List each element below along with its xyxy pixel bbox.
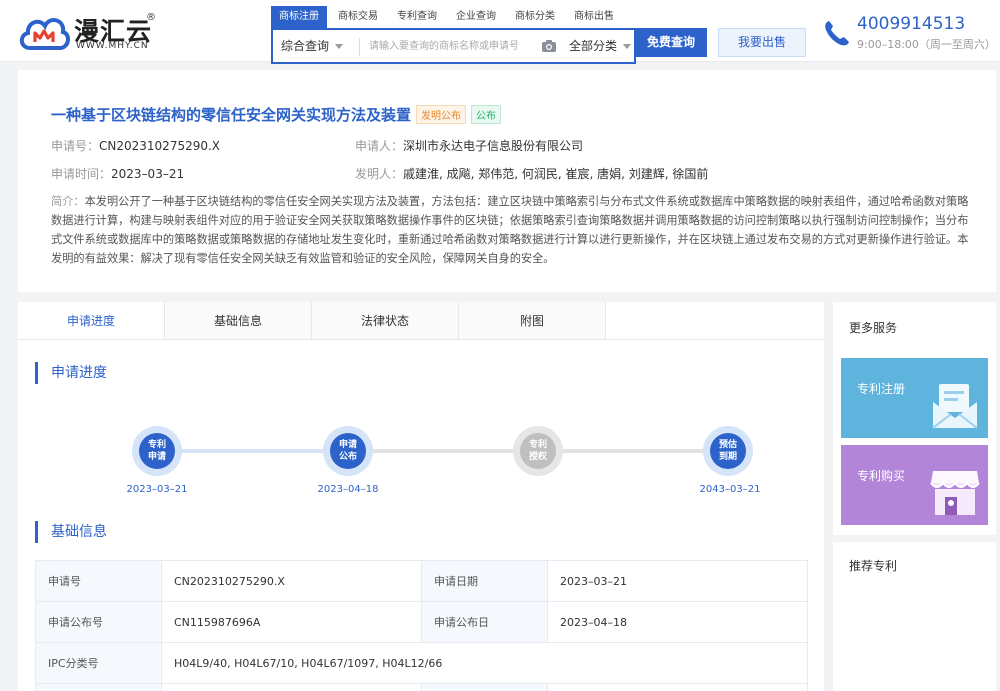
category-label: 全部分类	[569, 39, 618, 53]
timeline-node-label: 专利 申请	[139, 433, 175, 469]
timeline-node-label: 专利 授权	[520, 433, 556, 469]
abstract-label: 简介：	[51, 195, 85, 208]
basic-info-table: 申请号 CN202310275290.X 申请日期 2023–03–21 申请公…	[35, 560, 808, 691]
table-key	[421, 683, 548, 691]
title-row: 一种基于区块链结构的零信任安全网关实现方法及装置 发明公布 公布	[51, 104, 502, 125]
service-hours: 9:00–18:00（周一至周六）	[857, 38, 996, 51]
application-number-value: CN202310275290.X	[99, 139, 221, 153]
search-input[interactable]	[369, 36, 529, 56]
search-area: 商标注册 商标交易 专利查询 企业查询 商标分类 商标出售 综合查询 全部分类	[271, 6, 636, 64]
timeline-node-granted: 专利 授权	[513, 426, 563, 476]
timeline-node-filed: 专利 申请	[132, 426, 182, 476]
table-row	[35, 683, 808, 691]
table-value: H04L9/40, H04L67/10, H04L67/1097, H04L12…	[161, 642, 808, 684]
patent-register-label: 专利注册	[857, 382, 906, 396]
table-key: 申请公布日	[421, 601, 548, 643]
application-date-value: 2023–03–21	[111, 167, 185, 181]
patent-summary-card: 一种基于区块链结构的零信任安全网关实现方法及装置 发明公布 公布 申请号：CN2…	[18, 70, 996, 292]
table-value	[161, 683, 422, 691]
table-value: CN202310275290.X	[161, 560, 422, 602]
applicant-value: 深圳市永达电子信息股份有限公司	[403, 139, 584, 153]
tab-basic-info[interactable]: 基础信息	[165, 302, 312, 339]
table-key: 申请日期	[421, 560, 548, 602]
table-key: 申请号	[35, 560, 162, 602]
timeline-segment	[348, 449, 534, 453]
search-tab-trademark-trade[interactable]: 商标交易	[330, 6, 386, 28]
search-scope-select[interactable]: 综合查询	[281, 30, 344, 62]
table-key: 申请公布号	[35, 601, 162, 643]
timeline-node-expiry: 预估 到期	[703, 426, 753, 476]
inventor-value: 戚建淮, 成飚, 郑伟范, 何润民, 崔宸, 唐娟, 刘建辉, 徐国前	[403, 167, 709, 181]
search-tab-company-query[interactable]: 企业查询	[448, 6, 504, 28]
table-key: IPC分类号	[35, 642, 162, 684]
table-row: IPC分类号 H04L9/40, H04L67/10, H04L67/1097,…	[35, 642, 808, 684]
tab-drawings[interactable]: 附图	[459, 302, 606, 339]
timeline-node-label: 申请 公布	[330, 433, 366, 469]
status-badge-published: 公布	[471, 105, 502, 124]
tab-progress[interactable]: 申请进度	[18, 302, 165, 339]
applicant-label: 申请人：	[355, 139, 404, 153]
applicant-field: 申请人：深圳市永达电子信息股份有限公司	[355, 137, 583, 154]
abstract-text: 本发明公开了一种基于区块链结构的零信任安全网关实现方法及装置，方法包括：建立区块…	[51, 195, 969, 265]
table-value: 2023–03–21	[547, 560, 808, 602]
patent-register-card[interactable]: 专利注册	[841, 358, 988, 438]
search-tab-trademark-class[interactable]: 商标分类	[507, 6, 563, 28]
chevron-down-icon	[335, 44, 344, 49]
recommended-patents-panel: 推荐专利	[833, 542, 996, 691]
timeline-date: 2023–03–21	[126, 484, 188, 495]
table-row: 申请公布号 CN115987696A 申请公布日 2023–04–18	[35, 601, 808, 643]
patent-title: 一种基于区块链结构的零信任安全网关实现方法及装置	[51, 106, 412, 124]
application-date-label: 申请时间：	[51, 167, 112, 181]
timeline-date: 2043–03–21	[699, 484, 761, 495]
phone-icon	[825, 21, 849, 46]
patent-purchase-card[interactable]: 专利购买	[841, 445, 988, 525]
search-tab-patent-query[interactable]: 专利查询	[389, 6, 445, 28]
table-key	[35, 683, 162, 691]
more-services-title: 更多服务	[849, 321, 898, 335]
inventor-field: 发明人：戚建淮, 成飚, 郑伟范, 何润民, 崔宸, 唐娟, 刘建辉, 徐国前	[355, 165, 708, 182]
detail-tabs: 申请进度 基础信息 法律状态 附图	[18, 302, 824, 340]
cloud-logo-icon	[19, 18, 70, 50]
tab-legal-status[interactable]: 法律状态	[312, 302, 459, 339]
shop-icon	[930, 471, 980, 515]
table-value: CN115987696A	[161, 601, 422, 643]
application-date-field: 申请时间：2023–03–21	[51, 165, 184, 182]
search-box: 综合查询 全部分类	[271, 28, 636, 64]
sell-button[interactable]: 我要出售	[718, 28, 806, 57]
detail-panel: 申请进度 基础信息 法律状态 附图 申请进度 专利 申请 2023–03–21 申…	[18, 302, 824, 691]
application-number-field: 申请号：CN202310275290.X	[51, 137, 220, 154]
status-badge-publication: 发明公布	[416, 105, 467, 124]
search-type-tabs: 商标注册 商标交易 专利查询 企业查询 商标分类 商标出售	[271, 6, 625, 28]
registered-mark: ®	[146, 12, 156, 23]
timeline-segment	[538, 449, 728, 453]
abstract: 简介：本发明公开了一种基于区块链结构的零信任安全网关实现方法及装置，方法包括：建…	[51, 192, 976, 268]
search-tab-trademark-sale[interactable]: 商标出售	[566, 6, 622, 28]
inventor-label: 发明人：	[355, 167, 404, 181]
camera-icon[interactable]	[541, 39, 557, 53]
table-row: 申请号 CN202310275290.X 申请日期 2023–03–21	[35, 560, 808, 602]
table-value: 2023–04–18	[547, 601, 808, 643]
free-search-button[interactable]: 免费查询	[635, 28, 707, 57]
mail-icon	[932, 384, 978, 429]
hotline-number: 4009914513	[857, 14, 966, 34]
site-header: 漫汇云 ® WWW.MHY.CN 商标注册 商标交易 专利查询 企业查询 商标分…	[0, 0, 1000, 64]
chevron-down-icon	[623, 44, 632, 49]
table-value	[547, 683, 808, 691]
progress-section-title: 申请进度	[35, 362, 107, 384]
basic-info-section-title: 基础信息	[35, 521, 107, 543]
timeline-date: 2023–04–18	[317, 484, 379, 495]
timeline-node-published: 申请 公布	[323, 426, 373, 476]
brand-logo[interactable]: 漫汇云 ® WWW.MHY.CN	[18, 10, 158, 55]
recommended-patents-title: 推荐专利	[849, 559, 898, 573]
brand-domain: WWW.MHY.CN	[76, 41, 149, 51]
timeline-node-label: 预估 到期	[710, 433, 746, 469]
application-number-label: 申请号：	[51, 139, 100, 153]
patent-purchase-label: 专利购买	[857, 469, 906, 483]
search-tab-trademark-register[interactable]: 商标注册	[271, 6, 327, 28]
category-select[interactable]: 全部分类	[569, 30, 632, 62]
more-services-panel: 更多服务 专利注册 专利购买	[833, 302, 996, 535]
search-scope-label: 综合查询	[281, 39, 330, 53]
divider	[359, 38, 360, 56]
